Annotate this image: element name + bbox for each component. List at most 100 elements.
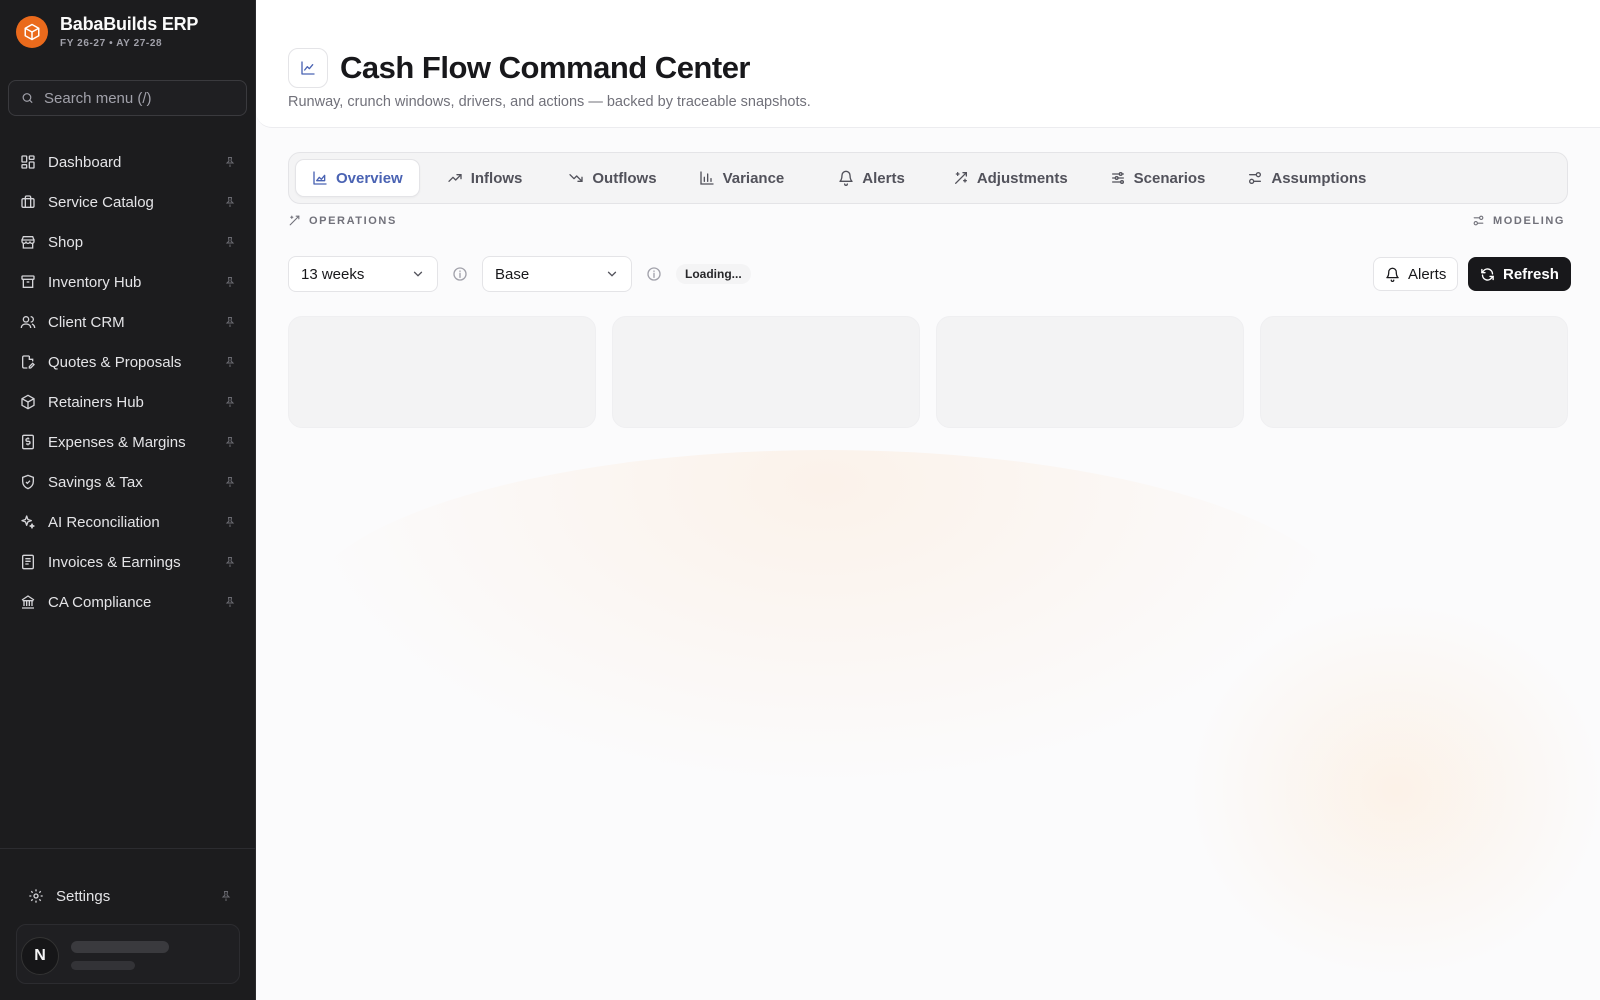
pin-icon[interactable] <box>224 476 236 488</box>
sidebar-item-label: Shop <box>48 233 84 251</box>
brand[interactable]: BabaBuilds ERP FY 26-27 • AY 27-28 <box>16 14 198 49</box>
sidebar-item-shop[interactable]: Shop <box>8 222 248 262</box>
scenario-select-value: Base <box>495 265 530 283</box>
tab-label: Variance <box>722 169 785 187</box>
tab-label: Inflows <box>470 169 523 187</box>
settings-2-icon <box>1473 215 1484 226</box>
tab-label: Assumptions <box>1271 169 1367 187</box>
pin-icon[interactable] <box>224 236 236 248</box>
sparkles-icon <box>21 515 35 529</box>
sidebar-item-retainers-hub[interactable]: Retainers Hub <box>8 382 248 422</box>
sidebar-item-service-catalog[interactable]: Service Catalog <box>8 182 248 222</box>
tab-label: Outflows <box>592 169 657 187</box>
sidebar-item-label: Settings <box>56 887 111 905</box>
line-chart-icon <box>288 48 328 88</box>
sidebar-item-settings[interactable]: Settings <box>16 876 244 916</box>
pin-icon[interactable] <box>224 316 236 328</box>
search-box[interactable] <box>8 80 247 116</box>
pin-icon[interactable] <box>224 196 236 208</box>
status-badge: Loading... <box>676 264 751 284</box>
receipt-icon <box>22 434 34 450</box>
tab-label: Alerts <box>862 169 905 187</box>
pin-icon[interactable] <box>224 556 236 568</box>
tab-label: Scenarios <box>1133 169 1206 187</box>
sidebar-item-client-crm[interactable]: Client CRM <box>8 302 248 342</box>
sidebar-item-label: Retainers Hub <box>48 393 144 411</box>
tab-bar: Overview Inflows Outflows Variance Alert… <box>288 152 1568 204</box>
pin-icon[interactable] <box>224 516 236 528</box>
sliders-icon <box>1111 172 1124 184</box>
info-icon[interactable] <box>646 266 662 282</box>
search-input[interactable] <box>44 89 234 107</box>
sidebar-item-label: Expenses & Margins <box>48 433 186 451</box>
kpi-card-skeleton <box>612 316 920 428</box>
pin-icon[interactable] <box>224 396 236 408</box>
kpi-card-skeleton <box>936 316 1244 428</box>
sidebar-item-dashboard[interactable]: Dashboard <box>8 142 248 182</box>
sidebar: BabaBuilds ERP FY 26-27 • AY 27-28 Dashb… <box>0 0 256 1000</box>
area-chart-icon <box>313 171 327 185</box>
pin-icon[interactable] <box>224 436 236 448</box>
pin-icon[interactable] <box>224 156 236 168</box>
wand-icon <box>954 172 967 184</box>
chevron-down-icon <box>607 271 617 277</box>
users-icon <box>20 316 36 329</box>
horizon-select-value: 13 weeks <box>301 265 365 283</box>
sidebar-item-ai-reconciliation[interactable]: AI Reconciliation <box>8 502 248 542</box>
tab-label: Overview <box>336 169 403 187</box>
avatar[interactable]: N <box>21 937 59 975</box>
section-label-text: MODELING <box>1493 214 1566 227</box>
pin-icon[interactable] <box>220 890 232 902</box>
file-edit-icon <box>22 355 35 369</box>
section-label-operations: OPERATIONS <box>288 214 397 227</box>
fiscal-year-label: FY 26-27 • AY 27-28 <box>60 38 163 49</box>
scenario-select[interactable]: Base <box>482 256 632 292</box>
pin-icon[interactable] <box>224 596 236 608</box>
user-card[interactable]: N <box>16 924 240 984</box>
tab-outflows[interactable]: Outflows <box>551 159 673 197</box>
main-content: Cash Flow Command Center Runway, crunch … <box>256 0 1600 1000</box>
sidebar-item-inventory-hub[interactable]: Inventory Hub <box>8 262 248 302</box>
tab-assumptions[interactable]: Assumptions <box>1230 159 1383 197</box>
sidebar-item-label: AI Reconciliation <box>48 513 160 531</box>
tab-scenarios[interactable]: Scenarios <box>1093 159 1223 197</box>
user-role-skeleton <box>71 961 135 970</box>
sidebar-item-label: Invoices & Earnings <box>48 553 181 571</box>
sidebar-item-label: CA Compliance <box>48 593 152 611</box>
user-name-skeleton <box>71 941 169 953</box>
bar-chart-icon <box>699 171 714 185</box>
sidebar-item-ca-compliance[interactable]: CA Compliance <box>8 582 248 622</box>
sidebar-item-label: Savings & Tax <box>48 473 143 491</box>
trending-down-icon <box>569 174 584 182</box>
tab-overview[interactable]: Overview <box>295 159 420 197</box>
landmark-icon <box>21 595 35 609</box>
refresh-icon <box>1481 267 1494 281</box>
wand-icon <box>289 215 300 226</box>
sidebar-item-quotes-proposals[interactable]: Quotes & Proposals <box>8 342 248 382</box>
tab-alerts[interactable]: Alerts <box>821 159 922 197</box>
tab-inflows[interactable]: Inflows <box>430 159 540 197</box>
kpi-card-skeleton <box>1260 316 1568 428</box>
sidebar-item-invoices-earnings[interactable]: Invoices & Earnings <box>8 542 248 582</box>
alerts-button[interactable]: Alerts <box>1373 257 1459 291</box>
briefcase-icon <box>21 195 35 208</box>
section-label-modeling: MODELING <box>1472 214 1565 227</box>
tab-label: Adjustments <box>976 169 1068 187</box>
sidebar-nav: Dashboard Service Catalog Shop Inventory… <box>8 142 248 622</box>
layout-dashboard-icon <box>21 155 35 169</box>
settings-2-icon <box>1249 172 1262 184</box>
background-glow <box>1186 600 1600 980</box>
horizon-select[interactable]: 13 weeks <box>288 256 438 292</box>
sidebar-item-expenses-margins[interactable]: Expenses & Margins <box>8 422 248 462</box>
tab-variance[interactable]: Variance <box>682 159 802 197</box>
refresh-button-label: Refresh <box>1503 265 1559 283</box>
trending-up-icon <box>448 174 462 182</box>
sidebar-item-label: Inventory Hub <box>48 273 142 291</box>
sidebar-item-label: Dashboard <box>48 153 122 171</box>
pin-icon[interactable] <box>224 276 236 288</box>
tab-adjustments[interactable]: Adjustments <box>936 159 1085 197</box>
sidebar-item-savings-tax[interactable]: Savings & Tax <box>8 462 248 502</box>
info-icon[interactable] <box>452 266 468 282</box>
pin-icon[interactable] <box>224 356 236 368</box>
refresh-button[interactable]: Refresh <box>1468 257 1571 291</box>
